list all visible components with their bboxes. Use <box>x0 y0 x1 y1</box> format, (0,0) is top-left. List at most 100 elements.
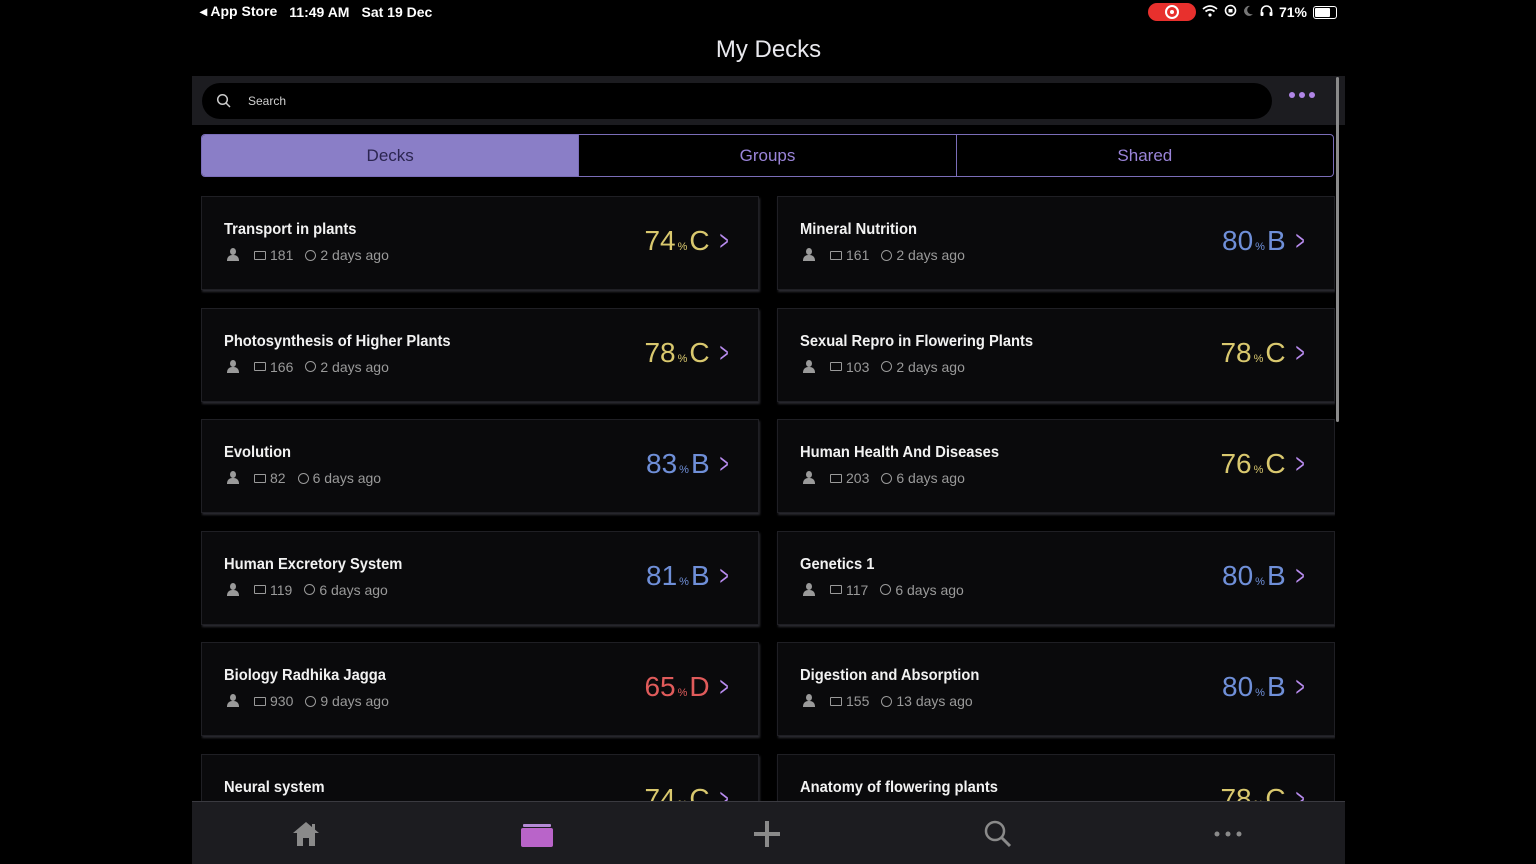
deck-score: 74%C > <box>644 225 732 257</box>
add-icon[interactable] <box>747 816 787 852</box>
score-value: 80 <box>1222 559 1254 591</box>
card-count: 103 <box>846 358 870 375</box>
card-count: 161 <box>846 247 870 263</box>
more-options-button[interactable] <box>1289 92 1315 98</box>
deck-meta: 181 2 days ago <box>226 247 389 263</box>
last-studied: 2 days ago <box>896 358 965 375</box>
more-icon[interactable] <box>1208 816 1248 852</box>
last-studied: 2 days ago <box>896 247 965 263</box>
clock-icon <box>881 361 893 372</box>
deck-meta: 203 6 days ago <box>802 470 965 486</box>
segmented-control: Decks Groups Shared <box>201 134 1334 177</box>
deck-name: Human Health And Diseases <box>800 444 1000 461</box>
status-time: 11:49 AM <box>289 3 350 20</box>
back-to-app-link[interactable]: ◂ App Store <box>200 3 277 20</box>
deck-icon <box>830 585 842 594</box>
user-icon <box>802 248 816 262</box>
percent-sign: % <box>1255 575 1265 588</box>
score-grade: C <box>689 336 710 368</box>
tab-groups[interactable]: Groups <box>578 135 955 176</box>
deck-card[interactable]: Biology Radhika Jagga 930 9 days ago 65% D > <box>201 642 759 736</box>
deck-card[interactable]: Genetics 1 117 6 days ago 80% B > <box>777 530 1335 625</box>
percent-sign: % <box>679 464 689 476</box>
score-grade: C <box>689 782 710 802</box>
status-date: Sat 19 Dec <box>361 3 433 20</box>
chevron-right-icon: > <box>719 336 729 368</box>
score-grade: C <box>1265 336 1286 368</box>
score-value: 74 <box>644 782 676 802</box>
percent-sign: % <box>677 352 688 365</box>
chevron-right-icon: > <box>719 448 729 479</box>
deck-meta: 161 2 days ago <box>802 247 965 263</box>
deck-card[interactable]: Transport in plants 181 2 days ago 74% C > <box>201 196 759 290</box>
deck-name: Digestion and Absorption <box>800 667 980 684</box>
deck-card[interactable]: Anatomy of flowering plants78%C> <box>777 753 1335 801</box>
deck-icon <box>254 362 266 371</box>
deck-meta: 166 2 days ago <box>226 359 389 375</box>
score-grade: D <box>689 671 710 702</box>
deck-card[interactable]: Sexual Repro in Flowering Plants 103 2 day… <box>777 307 1335 402</box>
deck-card[interactable]: Mineral Nutrition 161 2 days ago 80% B > <box>777 196 1335 290</box>
last-studied: 6 days ago <box>896 470 965 486</box>
user-icon <box>802 694 816 708</box>
user-icon <box>802 471 816 485</box>
score-value: 81 <box>646 559 678 591</box>
card-count: 155 <box>846 693 870 709</box>
deck-meta: 117 6 days ago <box>802 582 964 598</box>
wifi-icon <box>1202 4 1218 20</box>
home-icon[interactable] <box>286 816 326 852</box>
last-studied: 6 days ago <box>319 581 388 598</box>
deck-card[interactable]: Human Health And Diseases 203 6 days ago 76… <box>777 419 1335 513</box>
deck-meta: 930 9 days ago <box>226 693 389 709</box>
deck-card[interactable]: Evolution 82 6 days ago 83% B > <box>201 419 759 513</box>
screen-recording-indicator[interactable] <box>1147 3 1196 21</box>
card-count: 930 <box>270 693 294 709</box>
last-studied: 6 days ago <box>312 470 382 486</box>
last-studied: 2 days ago <box>320 247 389 263</box>
user-icon <box>226 694 240 708</box>
score-grade: B <box>1266 671 1286 702</box>
clock-icon <box>304 584 316 595</box>
scrollbar[interactable] <box>1336 77 1339 422</box>
orientation-lock-icon <box>1224 4 1237 20</box>
decks-icon[interactable] <box>517 816 557 852</box>
score-value: 80 <box>1222 225 1254 256</box>
chevron-right-icon: > <box>719 782 729 802</box>
deck-icon <box>254 585 266 594</box>
deck-name: Evolution <box>224 444 292 461</box>
score-value: 76 <box>1220 448 1252 479</box>
deck-name: Genetics 1 <box>800 555 875 573</box>
chevron-right-icon: > <box>1295 448 1305 479</box>
clock-icon <box>881 472 893 484</box>
bottom-tab-bar <box>192 801 1345 864</box>
deck-card[interactable]: Neural system74%C> <box>201 753 759 802</box>
deck-meta: 103 2 days ago <box>802 359 965 375</box>
deck-score: 80% B > <box>1222 671 1308 703</box>
chevron-right-icon: > <box>1295 559 1305 591</box>
search-bar[interactable] <box>202 83 1272 119</box>
score-value: 80 <box>1222 671 1254 702</box>
deck-score: 81% B > <box>646 560 732 592</box>
card-count: 181 <box>270 247 294 263</box>
deck-name: Photosynthesis of Higher Plants <box>224 332 451 350</box>
deck-icon <box>830 696 842 706</box>
deck-score: 83% B > <box>646 448 732 480</box>
search-icon[interactable] <box>978 816 1018 852</box>
deck-score: 78%C > <box>1220 337 1308 369</box>
percent-sign: % <box>1255 241 1265 253</box>
user-icon <box>802 359 816 374</box>
deck-card[interactable]: Digestion and Absorption 155 13 days ago 80… <box>777 642 1335 736</box>
more-dot <box>1299 92 1305 98</box>
chevron-right-icon: > <box>1295 671 1305 702</box>
search-input[interactable] <box>246 93 1150 109</box>
headphones-icon <box>1260 4 1273 20</box>
deck-card[interactable]: Photosynthesis of Higher Plants 166 2 days… <box>201 307 759 402</box>
tab-shared[interactable]: Shared <box>955 135 1333 176</box>
last-studied: 9 days ago <box>320 693 389 709</box>
deck-icon <box>830 473 842 483</box>
more-dot <box>1289 92 1295 98</box>
tab-decks[interactable]: Decks <box>202 135 579 176</box>
deck-card[interactable]: Human Excretory System 119 6 days ago 81% B > <box>201 530 759 625</box>
deck-icon <box>254 473 266 483</box>
deck-score: 80% B > <box>1222 560 1308 592</box>
